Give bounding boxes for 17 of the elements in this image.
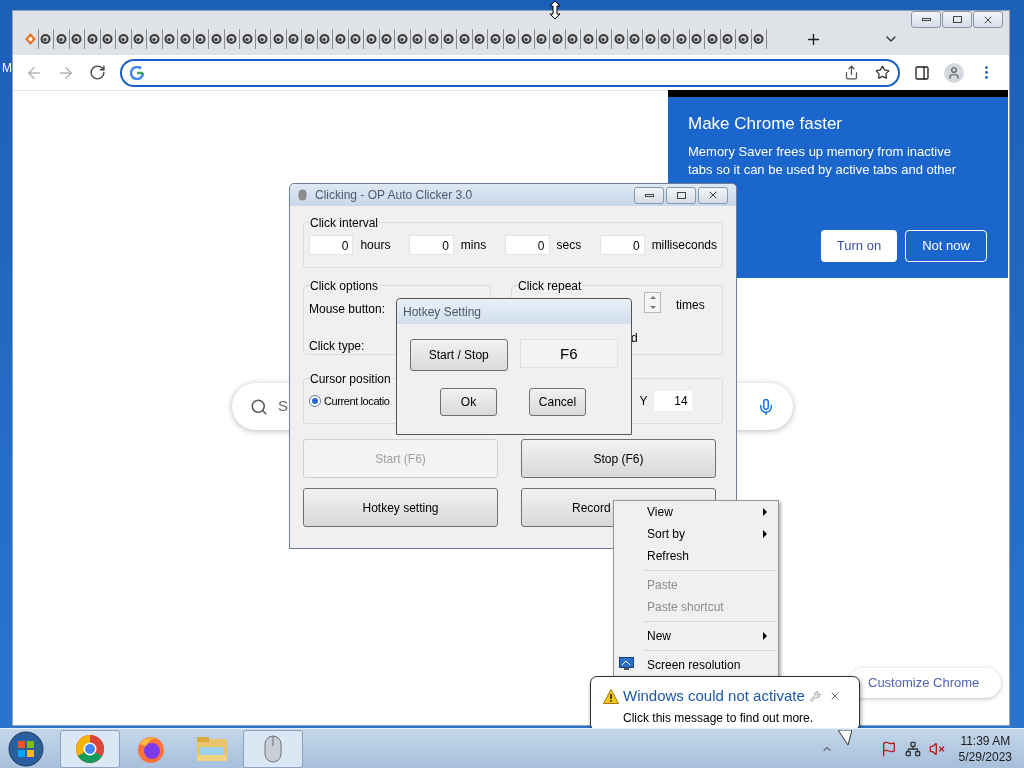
unit-label: hours: [360, 237, 391, 254]
desktop-icon-label: M: [2, 60, 12, 77]
unit-label: mins: [460, 237, 487, 254]
window-title: Clicking - OP Auto Clicker 3.0: [315, 187, 473, 204]
option-label: Mouse button:: [309, 301, 386, 318]
radio-label: Current locatio: [324, 393, 390, 409]
coordinate-label: Y: [639, 393, 648, 410]
popup-title: Make Chrome faster: [688, 113, 843, 135]
popup-body: Memory Saver frees up memory from inactive tabs so it can be used by active tabs and other: [688, 142, 958, 179]
unit-label: milliseconds: [651, 237, 717, 254]
balloon-message: Click this message to find out more.: [623, 709, 815, 727]
balloon-title: Windows could not activate: [623, 686, 805, 706]
unit-label: secs: [556, 237, 582, 254]
option-label: d: [631, 330, 638, 347]
unit-label: times: [676, 297, 705, 314]
dialog-title: Hotkey Setting: [403, 303, 482, 321]
option-label: Click type:: [309, 338, 365, 355]
